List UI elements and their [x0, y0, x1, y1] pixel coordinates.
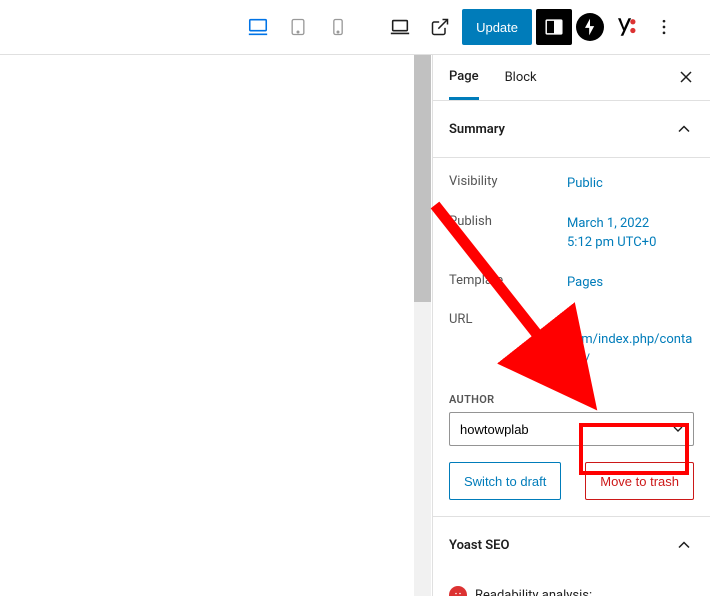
- yoast-panel-header[interactable]: Yoast SEO: [433, 517, 710, 573]
- publish-date: March 1, 2022: [567, 216, 649, 231]
- tablet-preview-icon[interactable]: [280, 9, 316, 45]
- desktop-preview-icon[interactable]: [240, 9, 276, 45]
- template-label: Template: [449, 273, 567, 288]
- laptop-preview-icon[interactable]: [382, 9, 418, 45]
- publish-row: Publish March 1, 2022 5:12 pm UTC+0: [449, 204, 694, 263]
- url-label: URL: [449, 312, 567, 327]
- author-label: AUTHOR: [449, 393, 694, 406]
- settings-panel-toggle-icon[interactable]: [536, 9, 572, 45]
- close-sidebar-icon[interactable]: [676, 67, 696, 87]
- update-button[interactable]: Update: [462, 9, 532, 45]
- author-select[interactable]: [449, 412, 694, 446]
- yoast-title: Yoast SEO: [449, 538, 509, 553]
- visibility-value[interactable]: Public: [567, 174, 694, 194]
- sad-face-icon: [449, 586, 467, 596]
- sidebar-tabs: Page Block: [433, 55, 710, 101]
- mobile-preview-icon[interactable]: [320, 9, 356, 45]
- tab-block[interactable]: Block: [505, 57, 537, 98]
- switch-to-draft-button[interactable]: Switch to draft: [449, 462, 561, 500]
- jetpack-icon[interactable]: [576, 13, 604, 41]
- template-row: Template Pages: [449, 263, 694, 303]
- readability-label: Readability analysis:: [475, 588, 592, 596]
- settings-sidebar: Page Block Summary Visibility Public Pub…: [432, 55, 710, 596]
- scrollbar-thumb[interactable]: [414, 55, 431, 302]
- publish-value[interactable]: March 1, 2022 5:12 pm UTC+0: [567, 214, 694, 253]
- content-scrollbar[interactable]: [414, 55, 431, 596]
- url-value[interactable]: com/index.php/contacts/: [567, 330, 694, 369]
- top-toolbar: Update: [0, 0, 710, 55]
- summary-panel-body: Visibility Public Publish March 1, 2022 …: [433, 158, 710, 517]
- external-link-icon[interactable]: [422, 9, 458, 45]
- summary-panel-header[interactable]: Summary: [433, 101, 710, 158]
- yoast-icon[interactable]: [608, 10, 642, 44]
- move-to-trash-button[interactable]: Move to trash: [585, 462, 694, 500]
- chevron-up-icon: [674, 119, 694, 139]
- tab-page[interactable]: Page: [449, 56, 479, 100]
- summary-title: Summary: [449, 122, 505, 137]
- template-value[interactable]: Pages: [567, 273, 694, 293]
- more-options-icon[interactable]: [646, 9, 682, 45]
- visibility-row: Visibility Public: [449, 164, 694, 204]
- publish-label: Publish: [449, 214, 567, 229]
- yoast-panel-body: Readability analysis: SEO analysis: Need…: [433, 573, 710, 596]
- readability-row[interactable]: Readability analysis:: [449, 581, 694, 596]
- chevron-up-icon: [674, 535, 694, 555]
- editor-frame: Update Page Block Summary: [0, 0, 710, 596]
- url-row: URL com/index.php/contacts/: [449, 302, 694, 379]
- summary-actions: Switch to draft Move to trash: [449, 462, 694, 500]
- author-select-wrap: [449, 412, 694, 446]
- publish-time: 5:12 pm UTC+0: [567, 235, 656, 250]
- visibility-label: Visibility: [449, 174, 567, 189]
